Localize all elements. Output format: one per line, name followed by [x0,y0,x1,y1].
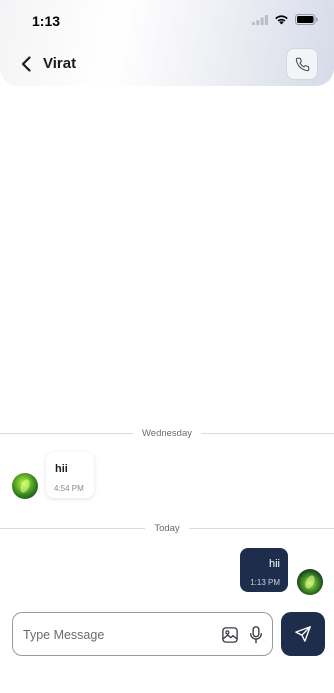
wifi-icon [275,15,288,25]
contact-avatar [12,473,38,499]
chevron-left-icon [21,56,31,72]
status-bar: 1:13 [0,0,334,42]
back-button[interactable] [16,52,36,76]
signal-icon [252,14,268,25]
message-time: 1:13 PM [250,578,280,587]
image-icon[interactable] [221,626,239,644]
call-button[interactable] [286,48,318,80]
divider-line [0,527,146,529]
battery-icon [295,14,318,25]
divider-line [0,432,133,434]
message-time: 4:54 PM [54,484,84,493]
date-divider: Wednesday [0,426,334,440]
divider-line [188,527,334,529]
message-input[interactable] [23,623,213,647]
incoming-message[interactable]: hii 4:54 PM [46,452,94,498]
send-icon [295,626,311,642]
message-text: hii [268,558,280,570]
user-avatar [297,569,323,595]
date-divider-label: Wednesday [142,427,192,439]
status-time: 1:13 [32,13,61,29]
date-divider: Today [0,521,334,535]
message-composer [12,612,273,656]
phone-icon [295,57,309,71]
send-button[interactable] [281,612,325,656]
contact-name: Virat [43,55,77,72]
divider-line [201,432,334,434]
status-icons [252,14,318,25]
message-text: hii [55,463,68,475]
chat-header: 1:13 Virat [0,0,334,86]
date-divider-label: Today [154,522,180,534]
outgoing-message[interactable]: hii 1:13 PM [240,548,288,592]
microphone-icon[interactable] [249,626,263,644]
nav-row: Virat [0,44,334,84]
